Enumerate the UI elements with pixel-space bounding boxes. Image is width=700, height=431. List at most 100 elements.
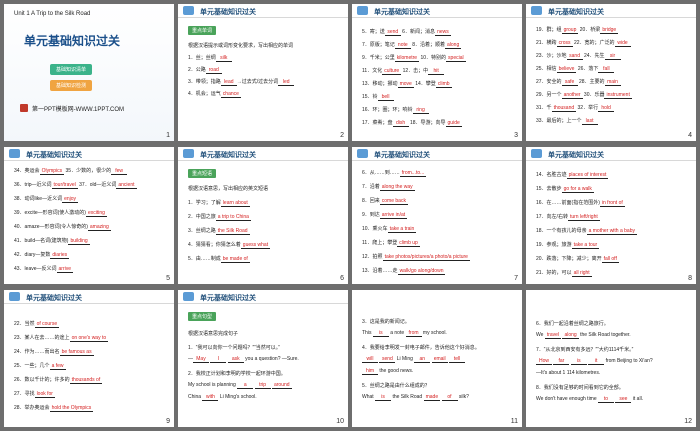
slide-10[interactable]: 单元基础知识过关 重点句型 根据汉语意思完成句子 1．“我可以向你一个问题吗？”… <box>178 290 348 427</box>
slide-header-title: 单元基础知识过关 <box>200 295 256 302</box>
answer: sir <box>604 53 621 60</box>
q-text: 4．猜猜看；你猜怎么着 <box>188 242 241 248</box>
q-text: 7．原版；笔记 <box>362 42 395 48</box>
answer: amazing <box>87 224 111 231</box>
slide-9[interactable]: 单元基础知识过关 22．当然 of course 23．某人在去……的途上 on o… <box>4 290 174 427</box>
answer: arrive <box>56 266 74 273</box>
answer: a mother with a baby <box>586 228 637 235</box>
answer: take photos/pictures/a photo/a picture <box>382 254 470 261</box>
answer: trip <box>254 382 271 389</box>
answer: kilometre <box>394 55 420 62</box>
slide-8[interactable]: 单元基础知识过关 14．名胜古迹 places of interest 15．去散… <box>526 147 696 284</box>
ppt-logo-icon <box>20 104 28 112</box>
answer: main <box>604 79 621 86</box>
answer: May <box>193 356 209 363</box>
q-line: 23．某人在去……的途上 on one's way to <box>14 334 109 342</box>
answer: on one's way to <box>69 335 109 342</box>
cover-badge-1: 基础知识清单 <box>50 64 93 75</box>
answer: last <box>581 118 598 125</box>
header-shape-icon <box>357 6 368 15</box>
cover-unit: Unit 1 A Trip to the Silk Road <box>14 11 91 17</box>
q-text: 13．移动；挪动 <box>362 81 398 87</box>
q-line: 14．名胜古迹 places of interest <box>536 171 609 179</box>
q-text: my school. <box>422 330 447 336</box>
slide-number: 4 <box>688 132 692 139</box>
slide-12[interactable]: 6．我们一起沿着丝绸之路旅行。 We travel along the Silk… <box>526 290 696 427</box>
slide-header-title: 单元基础知识过关 <box>548 152 604 159</box>
q-line: 43．leave—反义词 arrive <box>14 265 74 273</box>
q-text: 14．名胜古迹 <box>536 172 567 178</box>
answer: travel <box>544 332 562 339</box>
answer: bell <box>377 94 394 101</box>
answer: guess what <box>240 242 271 249</box>
q-text: 28．主要的 <box>578 79 605 85</box>
answer: from <box>405 330 422 337</box>
answer: far <box>553 358 570 365</box>
slide-number: 2 <box>340 132 344 139</box>
q-line: 8．回来 come back <box>362 197 408 205</box>
q-line: 1．学习；了解 learn about <box>188 199 250 207</box>
answer: in front of <box>599 200 625 207</box>
answer: will <box>362 356 378 363</box>
slide-5[interactable]: 单元基础知识过关 34．奥运会 Olympics 35．少数的，很少的 few 36… <box>4 147 174 284</box>
answer: news <box>434 29 451 36</box>
answer: I <box>210 356 227 363</box>
answer: climb <box>435 81 452 88</box>
answer: silk <box>215 55 232 62</box>
q-text: 38．动词like—近义词 <box>14 196 63 202</box>
answer: road <box>205 67 222 74</box>
q-text: 20．桥梁 <box>579 27 601 33</box>
q-text: 18．导游；向导 <box>409 120 446 126</box>
q-line: 13．移动；挪动 move 14．攀登 climb <box>362 80 452 88</box>
slide-2[interactable]: 单元基础知识过关 重点单词 根据汉语提示或词形变化要求，写出相应的单词 1．丝；… <box>178 4 348 141</box>
slide-7[interactable]: 单元基础知识过关 6．从……到…… from...to... 7．沿着 along … <box>352 147 522 284</box>
answer: hold <box>598 105 615 112</box>
q-text: 5．由……制成 <box>188 256 221 262</box>
intro-text: 根据汉语提示或词形变化要求，写出相应的单词 <box>188 43 294 49</box>
answer: guide <box>445 120 462 127</box>
slide-1[interactable]: Unit 1 A Trip to the Silk Road 单元基础知识过关 … <box>4 4 174 141</box>
q-text: 5．寄；送 <box>362 29 385 35</box>
q-text: 41．build—名词(建筑物) <box>14 238 69 244</box>
q-line: 19．群；组 group 20．桥梁 bridge <box>536 26 619 34</box>
q-text: the Silk Road <box>392 394 423 400</box>
slide-header-title: 单元基础知识过关 <box>26 295 82 302</box>
q-line: 16．在……前面(指在范围外) in front of <box>536 199 625 207</box>
q-text: 15．去散步 <box>536 186 562 192</box>
slide-4[interactable]: 单元基础知识过关 19．群；组 group 20．桥梁 bridge 21．横跨 cr… <box>526 4 696 141</box>
q-line: 42．diary—复数 diaries <box>14 251 70 259</box>
answer: be famous as <box>59 349 94 356</box>
q-line: 19．参观；旅游 take a tour <box>536 241 600 249</box>
q-text: 22．宽的；广泛的 <box>573 40 615 46</box>
answer: places of interest <box>566 172 609 179</box>
answer: along <box>562 332 579 339</box>
q-text: 18．一个有孩儿的母亲 <box>536 228 587 234</box>
slide-header-title: 单元基础知识过关 <box>26 152 82 159</box>
answer: a few <box>49 363 66 370</box>
slide-number: 8 <box>688 275 692 282</box>
q-line: 26．数以千计的；许多的 thousands of <box>14 376 103 384</box>
q-text: 11．文化 <box>362 68 383 74</box>
q-text: 10．特别的 <box>420 55 447 61</box>
slide-header: 单元基础知识过关 <box>4 147 174 161</box>
sentence-prompt: 3．这是我的新闻记。 <box>362 319 410 325</box>
q-text: 2．公路 <box>188 67 206 73</box>
q-text: 3．带领；指路 <box>188 79 221 85</box>
answer: turn left/right <box>567 214 600 221</box>
slide-6[interactable]: 单元基础知识过关 重点短语 根据汉语意思，写出相应的英文短语 1．学习；了解 le… <box>178 147 348 284</box>
q-text: 43．leave—反义词 <box>14 266 57 272</box>
answer: safe <box>561 79 578 86</box>
answer: send <box>379 356 396 363</box>
answer: look for <box>34 391 55 398</box>
q-line: 7．沿着 along the way <box>362 183 415 191</box>
slide-header-title: 单元基础知识过关 <box>374 152 430 159</box>
answer: ask <box>227 356 244 363</box>
answer: How <box>536 358 552 365</box>
q-line: 2．公路 road <box>188 66 222 74</box>
q-line: 17．菜肴；盘 dish 18．导游；向导 guide <box>362 119 462 127</box>
slide-3[interactable]: 单元基础知识过关 5．寄；送 send 6．新闻；消息 news 7．原版；笔记 no… <box>352 4 522 141</box>
answer: email <box>431 356 448 363</box>
cover-footer: 第一PPT模板网-WWW.1PPT.COM <box>32 107 124 113</box>
q-line: 5．寄；送 send 6．新闻；消息 news <box>362 28 451 36</box>
slide-11[interactable]: 3．这是我的新闻记。 This is a note from my school… <box>352 290 522 427</box>
